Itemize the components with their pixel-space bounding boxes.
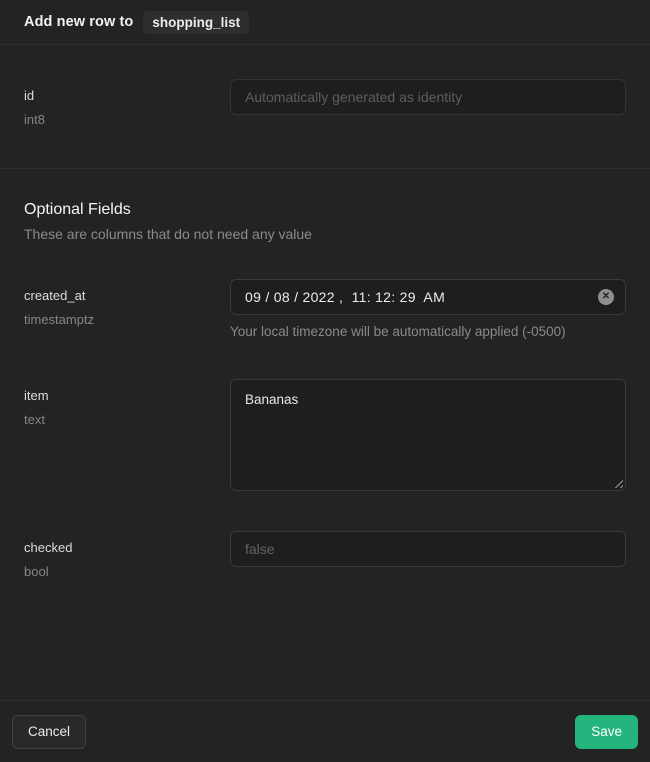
- created-at-datetime-input[interactable]: 09 / 08 / 2022 , 11: 12: 29 AM ✕: [230, 279, 626, 315]
- field-row-created-at: created_at timestamptz 09 / 08 / 2022 , …: [24, 279, 626, 339]
- optional-fields-title: Optional Fields: [24, 201, 626, 219]
- field-control-cell: 09 / 08 / 2022 , 11: 12: 29 AM ✕ Your lo…: [230, 279, 626, 339]
- item-textarea[interactable]: Bananas: [230, 379, 626, 491]
- timezone-helper-text: Your local timezone will be automaticall…: [230, 324, 626, 339]
- clear-datetime-button[interactable]: ✕: [598, 289, 614, 305]
- field-type-checked: bool: [24, 564, 230, 579]
- field-row-item: item text Bananas: [24, 379, 626, 491]
- modal-header: Add new row to shopping_list: [0, 0, 650, 45]
- datetime-value: 09 / 08 / 2022 , 11: 12: 29 AM: [245, 289, 445, 305]
- field-label-id: id: [24, 88, 230, 103]
- field-control-cell: [230, 531, 626, 579]
- checked-input[interactable]: [230, 531, 626, 567]
- modal-title: Add new row to: [24, 14, 133, 30]
- table-name-badge: shopping_list: [143, 11, 249, 34]
- optional-fields-subtitle: These are columns that do not need any v…: [24, 226, 626, 242]
- id-input: [230, 79, 626, 115]
- modal-footer: Cancel Save: [0, 700, 650, 762]
- field-label-cell: item text: [24, 379, 230, 491]
- field-label-created-at: created_at: [24, 288, 230, 303]
- required-fields-section: id int8: [0, 45, 650, 169]
- cancel-button[interactable]: Cancel: [12, 715, 86, 749]
- field-label-checked: checked: [24, 540, 230, 555]
- field-type-id: int8: [24, 112, 230, 127]
- optional-fields-section: Optional Fields These are columns that d…: [0, 169, 650, 579]
- field-row-id: id int8: [24, 79, 626, 127]
- field-row-checked: checked bool: [24, 531, 626, 579]
- field-label-item: item: [24, 388, 230, 403]
- field-control-cell: Bananas: [230, 379, 626, 491]
- field-label-cell: created_at timestamptz: [24, 279, 230, 339]
- field-label-cell: checked bool: [24, 531, 230, 579]
- field-type-item: text: [24, 412, 230, 427]
- field-label-cell: id int8: [24, 79, 230, 127]
- field-control-cell: [230, 79, 626, 127]
- x-circle-icon: ✕: [602, 292, 610, 302]
- save-button[interactable]: Save: [575, 715, 638, 749]
- field-type-created-at: timestamptz: [24, 312, 230, 327]
